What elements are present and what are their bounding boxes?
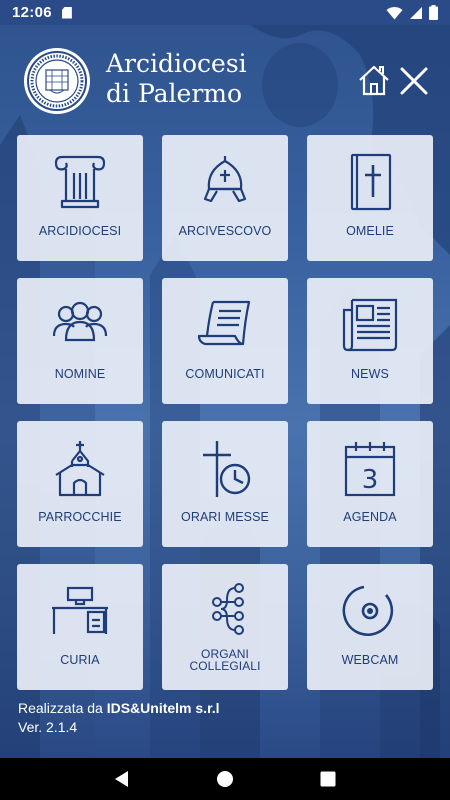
close-icon bbox=[400, 67, 428, 95]
tile-orari-messe[interactable]: ORARI MESSE bbox=[162, 421, 288, 547]
column-icon bbox=[54, 155, 106, 209]
tile-label: ORGANI COLLEGIALI bbox=[162, 648, 288, 672]
tile-label: CURIA bbox=[60, 653, 100, 667]
page-title: Arcidiocesi di Palermo bbox=[106, 49, 247, 109]
share-nodes-icon bbox=[212, 583, 244, 635]
credits-line: Realizzata da IDS&Unitelm s.r.l bbox=[18, 699, 220, 718]
tile-webcam[interactable]: WEBCAM bbox=[307, 564, 433, 690]
tile-omelie[interactable]: OMELIE bbox=[307, 135, 433, 261]
cross-clock-icon bbox=[203, 441, 251, 497]
newspaper-icon bbox=[342, 298, 398, 352]
back-button[interactable] bbox=[111, 768, 133, 790]
close-button[interactable] bbox=[398, 65, 430, 97]
tile-label: ORARI MESSE bbox=[181, 510, 269, 524]
tile-parrocchie[interactable]: PARROCCHIE bbox=[17, 421, 143, 547]
scroll-icon bbox=[197, 300, 251, 346]
desk-icon bbox=[52, 586, 108, 634]
sd-card-icon bbox=[61, 6, 72, 19]
church-icon bbox=[55, 441, 105, 497]
home-button[interactable] bbox=[357, 63, 391, 97]
tile-comunicati[interactable]: COMUNICATI bbox=[162, 278, 288, 404]
tile-label-line-2: COLLEGIALI bbox=[189, 659, 261, 673]
tile-agenda[interactable]: 3 AGENDA bbox=[307, 421, 433, 547]
back-icon bbox=[114, 771, 128, 787]
status-icons bbox=[386, 5, 438, 20]
tile-label: AGENDA bbox=[343, 510, 397, 524]
title-line-1: Arcidiocesi bbox=[106, 49, 247, 78]
signal-icon bbox=[410, 6, 422, 19]
tile-label: WEBCAM bbox=[341, 653, 399, 667]
tile-label: COMUNICATI bbox=[185, 367, 265, 381]
status-time: 12:06 bbox=[12, 4, 52, 21]
tile-arcidiocesi[interactable]: ARCIDIOCESI bbox=[17, 135, 143, 261]
tile-organi-collegiali[interactable]: ORGANI COLLEGIALI bbox=[162, 564, 288, 690]
calendar-day: 3 bbox=[362, 465, 379, 495]
recents-icon bbox=[320, 771, 336, 787]
home-icon bbox=[359, 65, 389, 96]
credits-footer: Realizzata da IDS&Unitelm s.r.l Ver. 2.1… bbox=[18, 699, 220, 737]
tile-label: OMELIE bbox=[346, 224, 394, 238]
mitre-icon bbox=[203, 156, 247, 203]
app-header: Arcidiocesi di Palermo bbox=[0, 25, 450, 135]
tile-label: NEWS bbox=[351, 367, 389, 381]
tile-curia[interactable]: CURIA bbox=[17, 564, 143, 690]
app-screen: 12:06 Arcidiocesi di Palermo ARCIDIOCESI… bbox=[0, 0, 450, 800]
status-bar: 12:06 bbox=[0, 0, 450, 25]
tile-arcivescovo[interactable]: ARCIVESCOVO bbox=[162, 135, 288, 261]
bible-icon bbox=[350, 153, 392, 211]
credits-company: IDS&Unitelm s.r.l bbox=[106, 700, 220, 716]
credits-prefix: Realizzata da bbox=[18, 700, 107, 716]
archdiocese-seal-logo bbox=[24, 48, 90, 114]
people-icon bbox=[52, 301, 108, 342]
recents-button[interactable] bbox=[317, 768, 339, 790]
system-nav-bar bbox=[0, 758, 450, 800]
webcam-icon bbox=[342, 585, 394, 636]
tile-label: ARCIVESCOVO bbox=[178, 224, 272, 238]
app-version: Ver. 2.1.4 bbox=[18, 719, 78, 735]
title-line-2: di Palermo bbox=[106, 79, 243, 108]
tile-label: NOMINE bbox=[54, 367, 106, 381]
tile-label: PARROCCHIE bbox=[38, 510, 122, 524]
home-nav-button[interactable] bbox=[214, 768, 236, 790]
tile-nomine[interactable]: NOMINE bbox=[17, 278, 143, 404]
tile-news[interactable]: NEWS bbox=[307, 278, 433, 404]
home-circle-icon bbox=[216, 771, 233, 787]
wifi-icon bbox=[386, 6, 403, 20]
menu-grid: ARCIDIOCESI ARCIVESCOVO OMELIE NOMINE CO… bbox=[17, 135, 433, 690]
battery-icon bbox=[429, 5, 438, 20]
calendar-icon: 3 bbox=[344, 442, 396, 497]
tile-label: ARCIDIOCESI bbox=[38, 224, 122, 238]
